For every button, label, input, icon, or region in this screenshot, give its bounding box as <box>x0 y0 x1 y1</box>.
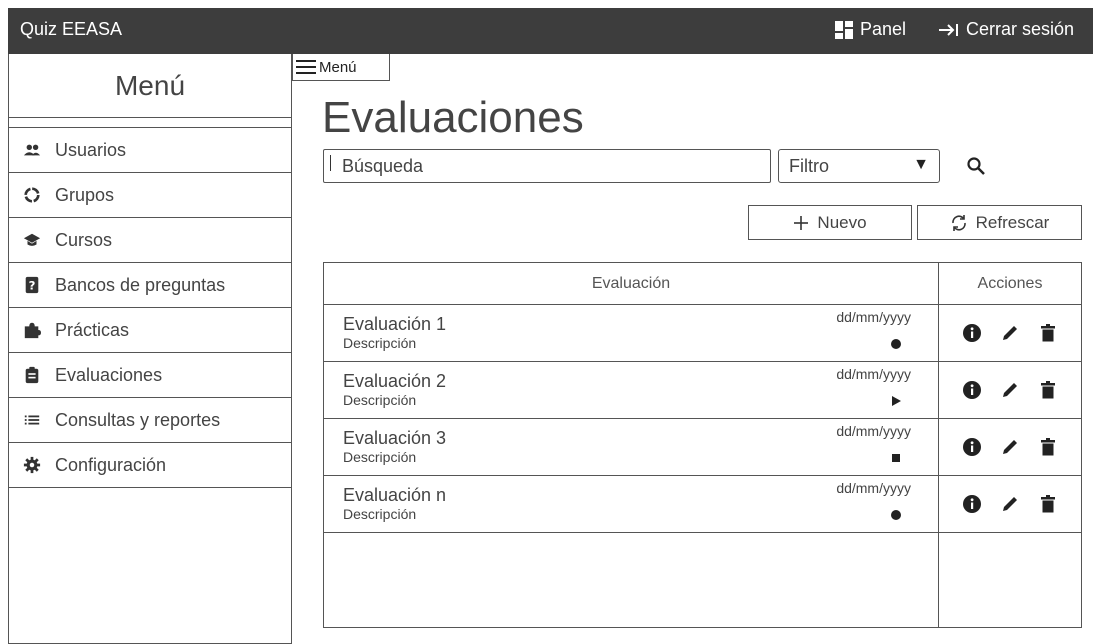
users-icon <box>23 144 41 156</box>
panel-link[interactable]: Panel <box>834 19 906 40</box>
search-input[interactable]: Búsqueda <box>323 149 771 183</box>
question-bank-icon: ? <box>25 276 39 294</box>
evaluation-description: Descripción <box>343 506 417 522</box>
refresh-icon <box>951 214 966 231</box>
search-button[interactable] <box>960 150 992 182</box>
sidebar-item-practicas[interactable]: Prácticas <box>9 308 291 353</box>
table-row[interactable]: Evaluación 3 Descripción dd/mm/yyyy <box>324 419 1081 476</box>
page-title: Evaluaciones <box>322 93 584 142</box>
row-actions <box>938 419 1081 475</box>
status-circle-icon <box>888 336 904 352</box>
delete-icon[interactable] <box>1038 437 1058 457</box>
edit-icon[interactable] <box>1000 323 1020 343</box>
sidebar-item-bancos[interactable]: ? Bancos de preguntas <box>9 263 291 308</box>
info-icon[interactable] <box>962 380 982 400</box>
evaluation-date: dd/mm/yyyy <box>836 423 911 439</box>
evaluations-table: Evaluación Acciones Evaluación 1 Descrip… <box>323 262 1082 628</box>
app-title: Quiz EEASA <box>20 19 123 39</box>
row-actions <box>938 476 1081 532</box>
evaluation-name: Evaluación 2 <box>343 371 447 391</box>
dashboard-icon <box>835 20 853 39</box>
delete-icon[interactable] <box>1038 323 1058 343</box>
list-icon <box>24 415 40 425</box>
sidebar-item-configuracion[interactable]: Configuración <box>9 443 291 488</box>
refresh-button-label: Refrescar <box>975 212 1050 232</box>
text-caret <box>330 155 331 171</box>
clipboard-icon <box>25 366 39 384</box>
sidebar-item-evaluaciones[interactable]: Evaluaciones <box>9 353 291 398</box>
table-empty-area <box>324 533 1081 627</box>
table-row[interactable]: Evaluación n Descripción dd/mm/yyyy <box>324 476 1081 533</box>
logout-icon <box>939 23 958 36</box>
sidebar: Menú Usuarios Grupos Cursos ? Bancos de … <box>8 54 292 644</box>
sidebar-item-label: Grupos <box>55 184 115 205</box>
edit-icon[interactable] <box>1000 494 1020 514</box>
evaluation-name: Evaluación n <box>343 485 447 505</box>
logout-link[interactable]: Cerrar sesión <box>938 19 1074 40</box>
top-bar: Quiz EEASA Panel Cerrar sesión <box>8 8 1093 54</box>
sidebar-item-cursos[interactable]: Cursos <box>9 218 291 263</box>
status-stop-icon <box>888 450 904 466</box>
hamburger-icon <box>296 60 316 74</box>
sidebar-item-consultas[interactable]: Consultas y reportes <box>9 398 291 443</box>
column-header-actions: Acciones <box>938 263 1081 304</box>
new-button-label: Nuevo <box>817 212 867 232</box>
search-placeholder: Búsqueda <box>342 156 424 176</box>
evaluation-date: dd/mm/yyyy <box>836 480 911 496</box>
graduation-cap-icon <box>23 233 41 246</box>
groups-icon <box>24 187 40 203</box>
dropdown-arrow-icon: ▼ <box>913 156 929 173</box>
evaluation-date: dd/mm/yyyy <box>836 309 911 325</box>
logout-label: Cerrar sesión <box>966 19 1075 39</box>
plus-icon <box>794 215 809 230</box>
delete-icon[interactable] <box>1038 380 1058 400</box>
sidebar-item-label: Usuarios <box>55 139 127 160</box>
sidebar-item-label: Cursos <box>55 229 113 250</box>
row-actions <box>938 362 1081 418</box>
info-icon[interactable] <box>962 323 982 343</box>
evaluation-description: Descripción <box>343 335 417 351</box>
menu-toggle-button[interactable]: Menú <box>292 54 390 81</box>
svg-text:?: ? <box>29 279 36 293</box>
edit-icon[interactable] <box>1000 380 1020 400</box>
evaluation-description: Descripción <box>343 449 417 465</box>
info-icon[interactable] <box>962 494 982 514</box>
table-header: Evaluación Acciones <box>324 263 1081 305</box>
sidebar-item-label: Configuración <box>55 454 167 475</box>
evaluation-name: Evaluación 3 <box>343 428 447 448</box>
filter-select[interactable]: Filtro ▼ <box>778 149 940 183</box>
delete-icon[interactable] <box>1038 494 1058 514</box>
filter-value: Filtro <box>789 156 829 176</box>
sidebar-item-usuarios[interactable]: Usuarios <box>9 128 291 173</box>
column-header-evaluation: Evaluación <box>591 274 671 292</box>
search-icon <box>967 157 985 175</box>
column-divider <box>938 533 939 627</box>
sidebar-item-label: Consultas y reportes <box>55 409 221 430</box>
puzzle-icon <box>24 322 41 339</box>
sidebar-item-label: Evaluaciones <box>55 364 163 385</box>
sidebar-item-label: Bancos de preguntas <box>55 274 226 295</box>
row-actions <box>938 305 1081 361</box>
sidebar-title: Menú <box>9 54 291 118</box>
evaluation-date: dd/mm/yyyy <box>836 366 911 382</box>
new-button[interactable]: Nuevo <box>748 205 912 240</box>
evaluation-name: Evaluación 1 <box>343 314 447 334</box>
refresh-button[interactable]: Refrescar <box>917 205 1082 240</box>
status-play-icon <box>888 393 904 409</box>
sidebar-item-label: Prácticas <box>55 319 130 340</box>
table-row[interactable]: Evaluación 1 Descripción dd/mm/yyyy <box>324 305 1081 362</box>
panel-label: Panel <box>860 19 907 39</box>
sidebar-item-grupos[interactable]: Grupos <box>9 173 291 218</box>
menu-toggle-label: Menú <box>319 58 357 76</box>
info-icon[interactable] <box>962 437 982 457</box>
gear-icon <box>23 456 41 474</box>
table-row[interactable]: Evaluación 2 Descripción dd/mm/yyyy <box>324 362 1081 419</box>
status-circle-icon <box>888 507 904 523</box>
evaluation-description: Descripción <box>343 392 417 408</box>
edit-icon[interactable] <box>1000 437 1020 457</box>
sidebar-divider <box>9 118 291 128</box>
